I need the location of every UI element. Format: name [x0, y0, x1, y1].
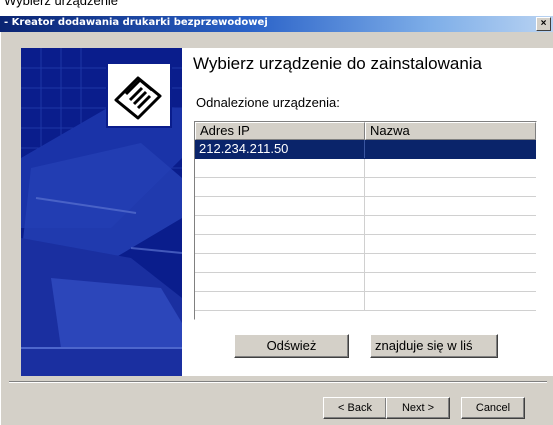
next-button[interactable]: Next >	[386, 397, 450, 419]
wizard-content: Wybierz urządzenie do zainstalowania Odn…	[182, 48, 553, 376]
table-row[interactable]	[195, 273, 536, 292]
table-row[interactable]	[195, 159, 536, 178]
table-row[interactable]	[195, 178, 536, 197]
cell-ip: 212.234.211.50	[195, 140, 365, 158]
table-row[interactable]	[195, 197, 536, 216]
name-in-list-button[interactable]: znajduje się w liś	[370, 334, 498, 358]
cell-name	[365, 197, 536, 215]
background-window-heading: Wybierz urządzenie	[0, 0, 553, 16]
found-devices-label: Odnalezione urządzenia:	[196, 95, 340, 110]
close-icon: ×	[540, 18, 547, 29]
table-row[interactable]: 212.234.211.50	[195, 140, 536, 159]
cell-name	[365, 273, 536, 291]
table-row[interactable]	[195, 292, 536, 311]
wizard-side-banner	[21, 48, 182, 376]
cell-ip	[195, 292, 365, 310]
wizard-dialog: Wybierz urządzenie do zainstalowania Odn…	[0, 32, 553, 425]
cell-name	[365, 254, 536, 272]
list-header: Adres IP Nazwa	[195, 122, 536, 140]
cell-name	[365, 292, 536, 310]
cell-ip	[195, 254, 365, 272]
background-heading-text: Wybierz urządzenie	[4, 0, 119, 8]
cell-ip	[195, 273, 365, 291]
table-row[interactable]	[195, 254, 536, 273]
footer-separator	[9, 381, 547, 383]
back-button[interactable]: < Back	[323, 397, 387, 419]
title-bar[interactable]: - Kreator dodawania drukarki bezprzewodo…	[0, 16, 553, 32]
cell-ip	[195, 178, 365, 196]
window-title: - Kreator dodawania drukarki bezprzewodo…	[4, 17, 268, 28]
cell-ip	[195, 197, 365, 215]
column-header-name[interactable]: Nazwa	[365, 122, 536, 140]
table-row[interactable]	[195, 235, 536, 254]
printer-icon	[106, 62, 172, 128]
cancel-button[interactable]: Cancel	[461, 397, 525, 419]
cell-ip	[195, 216, 365, 234]
cell-ip	[195, 235, 365, 253]
refresh-button[interactable]: Odśwież	[234, 334, 349, 358]
column-header-ip[interactable]: Adres IP	[195, 122, 365, 140]
device-list[interactable]: Adres IP Nazwa 212.234.211.50	[194, 121, 537, 320]
cell-name	[365, 178, 536, 196]
close-button[interactable]: ×	[536, 17, 551, 31]
table-row[interactable]	[195, 216, 536, 235]
page-title: Wybierz urządzenie do zainstalowania	[193, 54, 482, 73]
cell-name	[365, 216, 536, 234]
cell-ip	[195, 159, 365, 177]
cell-name	[365, 159, 536, 177]
cell-name	[365, 235, 536, 253]
cell-name	[365, 140, 536, 158]
